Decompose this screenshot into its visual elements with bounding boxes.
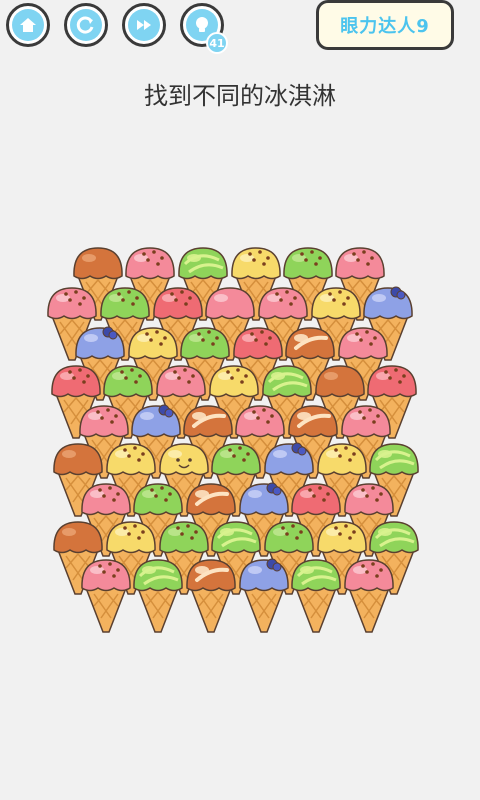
- ice-cream-field: [47, 247, 419, 633]
- ice-cream-52[interactable]: [133, 559, 183, 633]
- ice-cream-54[interactable]: [239, 558, 289, 633]
- ice-cream-55[interactable]: [291, 559, 341, 633]
- ice-cream-53[interactable]: [186, 559, 236, 633]
- ice-cream-56[interactable]: [344, 559, 394, 633]
- ice-cream-51[interactable]: [81, 559, 131, 633]
